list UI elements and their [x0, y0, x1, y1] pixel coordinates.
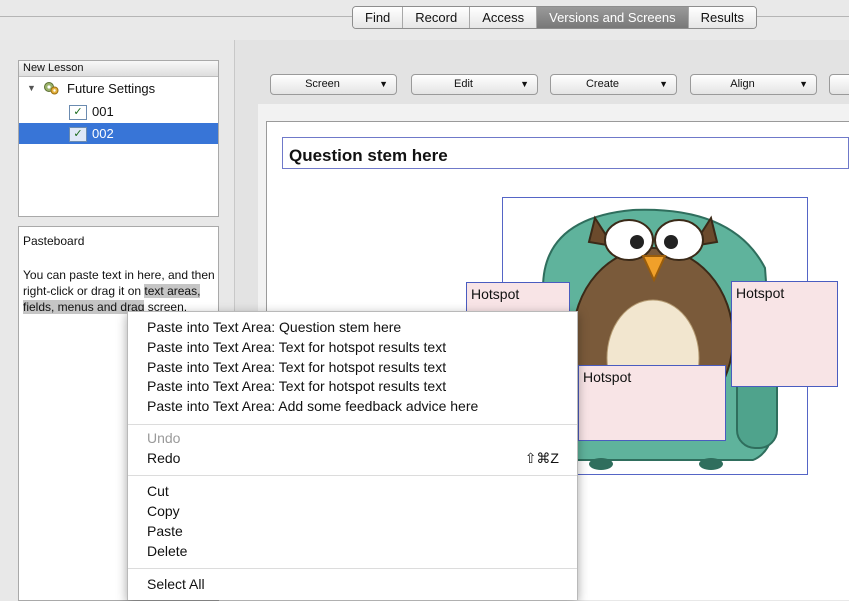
dropdown-label: Align	[730, 78, 755, 90]
menu-separator	[128, 424, 577, 425]
menu-item-undo: Undo	[147, 430, 181, 446]
menu-item-paste-hotspot-text-1[interactable]: Paste into Text Area: Text for hotspot r…	[147, 337, 446, 357]
tree-item-future-settings[interactable]: ▼ Future Settings	[19, 78, 218, 99]
menu-item-paste[interactable]: Paste	[147, 521, 183, 541]
pasteboard-title: Pasteboard	[23, 234, 85, 248]
tree-item-label: 001	[92, 104, 114, 119]
question-stem-text-area[interactable]: Question stem here	[282, 137, 849, 169]
checkbox-icon[interactable]: ✓	[69, 127, 87, 142]
menu-item-paste-question-stem[interactable]: Paste into Text Area: Question stem here	[147, 317, 401, 337]
more-dropdown[interactable]	[829, 74, 849, 95]
top-bar: Find Record Access Versions and Screens …	[0, 0, 849, 40]
tab-find[interactable]: Find	[353, 7, 404, 28]
tab-access[interactable]: Access	[470, 7, 538, 28]
lesson-tree-panel: New Lesson ▼ Future Settings ✓ 001 ✓ 002	[18, 60, 219, 217]
dropdown-arrow-icon: ▼	[379, 79, 388, 89]
hotspot-label: Hotspot	[736, 285, 785, 301]
menu-separator	[128, 568, 577, 569]
context-menu: Paste into Text Area: Question stem here…	[127, 311, 578, 600]
menu-item-redo[interactable]: Redo	[147, 448, 180, 468]
dropdown-arrow-icon: ▼	[799, 79, 808, 89]
align-dropdown[interactable]: Align ▼	[690, 74, 817, 95]
menu-separator	[128, 475, 577, 476]
menu-item-copy[interactable]: Copy	[147, 501, 180, 521]
menu-item-cut[interactable]: Cut	[147, 481, 169, 501]
edit-dropdown[interactable]: Edit ▼	[411, 74, 538, 95]
create-dropdown[interactable]: Create ▼	[550, 74, 677, 95]
tab-record[interactable]: Record	[403, 7, 471, 28]
dropdown-arrow-icon: ▼	[520, 79, 529, 89]
checkbox-icon[interactable]: ✓	[69, 105, 87, 120]
dropdown-label: Create	[585, 78, 620, 90]
redo-shortcut: ⇧⌘Z	[524, 450, 559, 466]
dropdown-arrow-icon: ▼	[659, 79, 668, 89]
tab-versions-and-screens[interactable]: Versions and Screens	[537, 7, 689, 28]
hotspot-label: Hotspot	[471, 286, 520, 302]
menu-item-paste-hotspot-text-2[interactable]: Paste into Text Area: Text for hotspot r…	[147, 357, 446, 377]
menu-item-paste-hotspot-text-3[interactable]: Paste into Text Area: Text for hotspot r…	[147, 376, 446, 396]
hotspot-2[interactable]: Hotspot	[731, 281, 838, 387]
menu-item-paste-feedback[interactable]: Paste into Text Area: Add some feedback …	[147, 396, 478, 416]
tree-item-label: Future Settings	[67, 81, 156, 96]
tree-item-001[interactable]: ✓ 001	[19, 101, 218, 122]
dropdown-label: Screen	[305, 78, 340, 90]
gear-icon	[44, 82, 59, 95]
dropdown-label: Edit	[454, 78, 473, 90]
tree-header: New Lesson	[19, 61, 218, 77]
menu-item-select-all[interactable]: Select All	[147, 574, 205, 594]
disclosure-triangle-icon[interactable]: ▼	[27, 78, 36, 99]
screen-dropdown[interactable]: Screen ▼	[270, 74, 397, 95]
tree-item-002[interactable]: ✓ 002	[19, 123, 218, 144]
mode-tabs: Find Record Access Versions and Screens …	[352, 6, 757, 29]
tree-item-label: 002	[92, 126, 114, 141]
pasteboard-text[interactable]: You can paste text in here, and then rig…	[23, 267, 215, 315]
tab-results[interactable]: Results	[688, 7, 756, 28]
hotspot-label: Hotspot	[583, 369, 632, 385]
menu-item-delete[interactable]: Delete	[147, 541, 187, 561]
hotspot-3[interactable]: Hotspot	[578, 365, 726, 441]
